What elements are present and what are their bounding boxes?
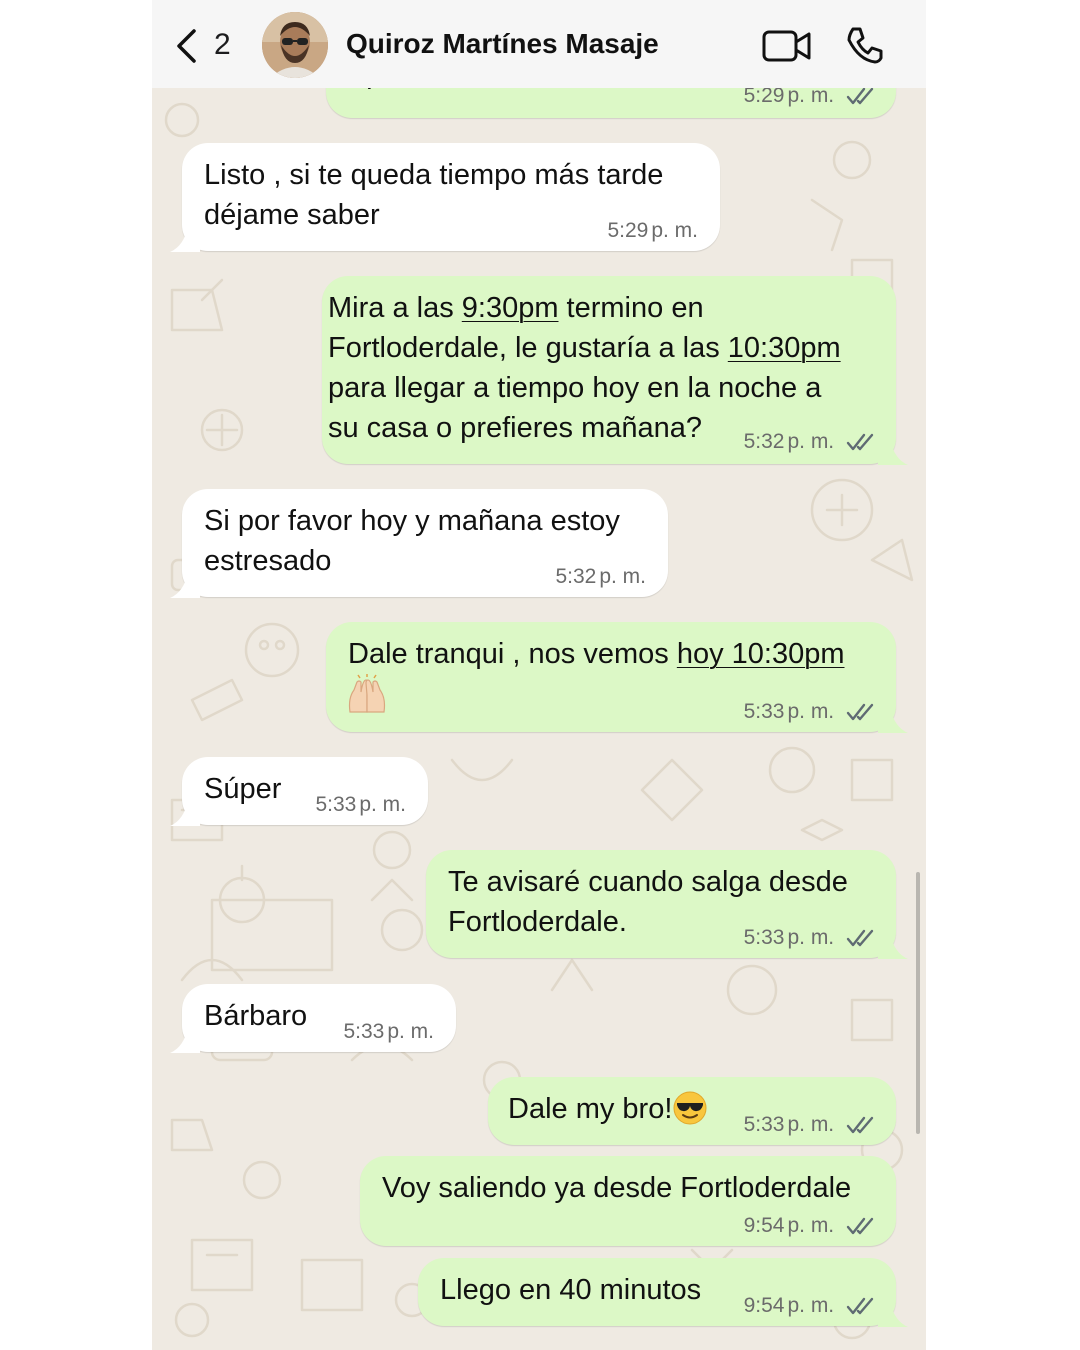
voice-call-icon[interactable] [844, 26, 884, 66]
message-meta: 5:32 p. m. [744, 430, 876, 454]
bubble-tail [878, 1301, 908, 1327]
message-text: Mira a las [328, 292, 462, 324]
double-check-icon [846, 87, 874, 105]
message-time: 5:33 [315, 793, 357, 816]
message-text: Dale my bro! [508, 1093, 673, 1125]
bubble-tail [878, 439, 908, 465]
message-bubble-outgoing[interactable]: Voy saliendo ya desde Fortloderdale 9:54… [360, 1156, 896, 1246]
back-chevron-icon[interactable] [174, 28, 198, 64]
message-time: 5:32 [555, 565, 597, 588]
message-text: Si por favor hoy y mañana estoy [204, 505, 620, 537]
message-meta: 5:33 p. m. [315, 793, 406, 816]
avatar[interactable] [262, 12, 328, 78]
avatar-photo [262, 12, 328, 78]
bubble-tail [170, 572, 200, 598]
message-time: 9:54 [743, 1294, 785, 1317]
message-text: Llego en 40 minutos [440, 1274, 702, 1306]
double-check-icon [846, 1116, 874, 1134]
message-text: para llegar a tiempo hoy en la noche a [328, 372, 822, 404]
message-bubble-outgoing[interactable]: Te avisaré cuando salga desde Fortloderd… [426, 850, 908, 959]
message-list[interactable]: 5pm. 5:29p. m. Listo , si te queda tiemp… [152, 0, 926, 1350]
message-meta: 5:29 p. m. [607, 219, 698, 242]
bubble-tail [170, 1027, 200, 1053]
message-bubble-outgoing[interactable]: Dale my bro! 5:33 p. m. [488, 1077, 896, 1145]
message-meta: 9:54 p. m. [744, 1214, 876, 1238]
message-meta: 5:33 p. m. [744, 700, 876, 724]
contact-name[interactable]: Quiroz Martínes Masaje [346, 28, 659, 60]
raising-hands-emoji [348, 674, 386, 713]
message-text: Fortloderdale, le gustaría a las [328, 332, 728, 364]
double-check-icon [846, 703, 874, 721]
message-text: estresado [204, 545, 332, 577]
message-meta: 9:54 p. m. [744, 1294, 876, 1318]
message-text: Te avisaré cuando salga desde [448, 866, 848, 898]
message-bubble-incoming[interactable]: Listo , si te queda tiempo más tarde déj… [170, 143, 720, 252]
bubble-tail [170, 226, 200, 252]
message-meta: 5:32 p. m. [555, 565, 646, 588]
bubble-tail [170, 800, 200, 826]
message-time: 5:33 [343, 1020, 385, 1043]
message-text: su casa o prefieres mañana? [328, 412, 702, 444]
bubble-tail [878, 707, 908, 733]
message-time: 9:54 [743, 1214, 785, 1237]
message-bubble-outgoing[interactable]: Llego en 40 minutos 9:54 p. m. [418, 1258, 908, 1327]
double-check-icon [846, 433, 874, 451]
double-check-icon [846, 1297, 874, 1315]
chat-header: 2 Quiroz Martínes Masaje [152, 0, 926, 88]
message-bubble-outgoing[interactable]: Mira a las 9:30pm termino en Fortloderda… [322, 276, 908, 465]
sunglasses-face-emoji [673, 1091, 707, 1125]
message-bubble-incoming[interactable]: Súper 5:33 p. m. [170, 757, 428, 826]
message-text: Súper [204, 773, 282, 805]
message-text: Dale tranqui , nos vemos [348, 638, 677, 670]
video-call-icon[interactable] [762, 28, 812, 64]
message-bubble-incoming[interactable]: Bárbaro 5:33 p. m. [170, 984, 456, 1053]
message-text: termino en [558, 292, 704, 324]
message-time: 5:33 [743, 700, 785, 723]
message-meta: 5:33 p. m. [343, 1020, 434, 1043]
message-text: Listo , si te queda tiempo más tarde [204, 159, 664, 191]
message-time: 5:33 [743, 1113, 785, 1136]
message-text: Bárbaro [204, 1000, 308, 1032]
unread-count[interactable]: 2 [214, 28, 231, 62]
message-time: 5:32 [743, 430, 785, 453]
message-time: 5:33 [743, 926, 785, 949]
message-bubble-outgoing[interactable]: Dale tranqui , nos vemos hoy 10:30pm 5:3… [326, 622, 908, 733]
bubble-tail [878, 933, 908, 959]
double-check-icon [846, 929, 874, 947]
message-text: déjame saber [204, 199, 380, 231]
message-meta: 5:33 p. m. [744, 926, 876, 950]
message-text: Voy saliendo ya desde Fortloderdale [382, 1172, 852, 1204]
chat-screen: 2 Quiroz Martínes Masaje 5:29 p. m. List… [152, 0, 926, 1350]
message-text: Fortloderdale. [448, 906, 627, 938]
message-bubble-incoming[interactable]: Si por favor hoy y mañana estoy estresad… [170, 489, 668, 598]
message-link-time[interactable]: hoy 10:30pm [677, 638, 845, 670]
message-meta: 5:33 p. m. [744, 1113, 876, 1137]
message-link-time[interactable]: 9:30pm [462, 292, 559, 324]
message-link-time[interactable]: 10:30pm [728, 332, 841, 364]
double-check-icon [846, 1217, 874, 1235]
scrollbar[interactable] [916, 872, 920, 1134]
message-time: 5:29 [607, 219, 649, 242]
